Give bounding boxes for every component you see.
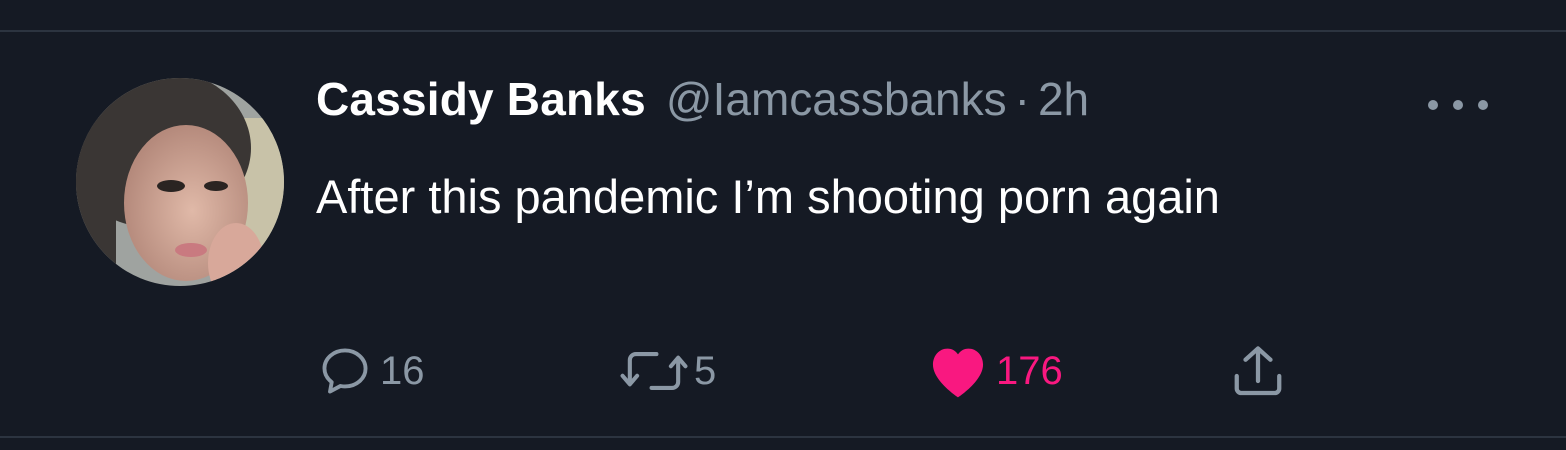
avatar-image — [76, 78, 284, 286]
share-icon — [1234, 346, 1282, 396]
heart-icon — [932, 348, 984, 398]
retweet-button[interactable]: 5 — [620, 336, 716, 406]
reply-button[interactable]: 16 — [316, 336, 425, 406]
more-dot — [1453, 100, 1463, 110]
avatar[interactable] — [76, 78, 284, 286]
separator-dot: · — [1014, 73, 1030, 125]
divider-bottom — [0, 436, 1566, 438]
tweet-text: After this pandemic I’m shooting porn ag… — [316, 170, 1220, 223]
retweet-count: 5 — [694, 348, 717, 393]
tweet-screen: Cassidy Banks @Iamcassbanks · 2h After t… — [0, 0, 1566, 450]
like-button[interactable]: 176 — [926, 336, 1063, 406]
divider-top — [0, 30, 1566, 32]
more-dot — [1428, 100, 1438, 110]
reply-icon — [322, 348, 368, 394]
retweet-icon — [620, 352, 688, 390]
like-count: 176 — [996, 348, 1063, 393]
tweet-header: Cassidy Banks @Iamcassbanks · 2h — [316, 72, 1089, 142]
more-horizontal-icon[interactable] — [1428, 90, 1488, 120]
share-button[interactable] — [1228, 336, 1288, 406]
more-dot — [1478, 100, 1488, 110]
author-handle[interactable]: @Iamcassbanks — [666, 72, 1007, 126]
tweet-actions: 16 5 176 — [316, 336, 1316, 406]
author-name[interactable]: Cassidy Banks — [316, 72, 646, 126]
reply-count: 16 — [380, 348, 425, 393]
tweet-timestamp[interactable]: 2h — [1038, 72, 1089, 126]
